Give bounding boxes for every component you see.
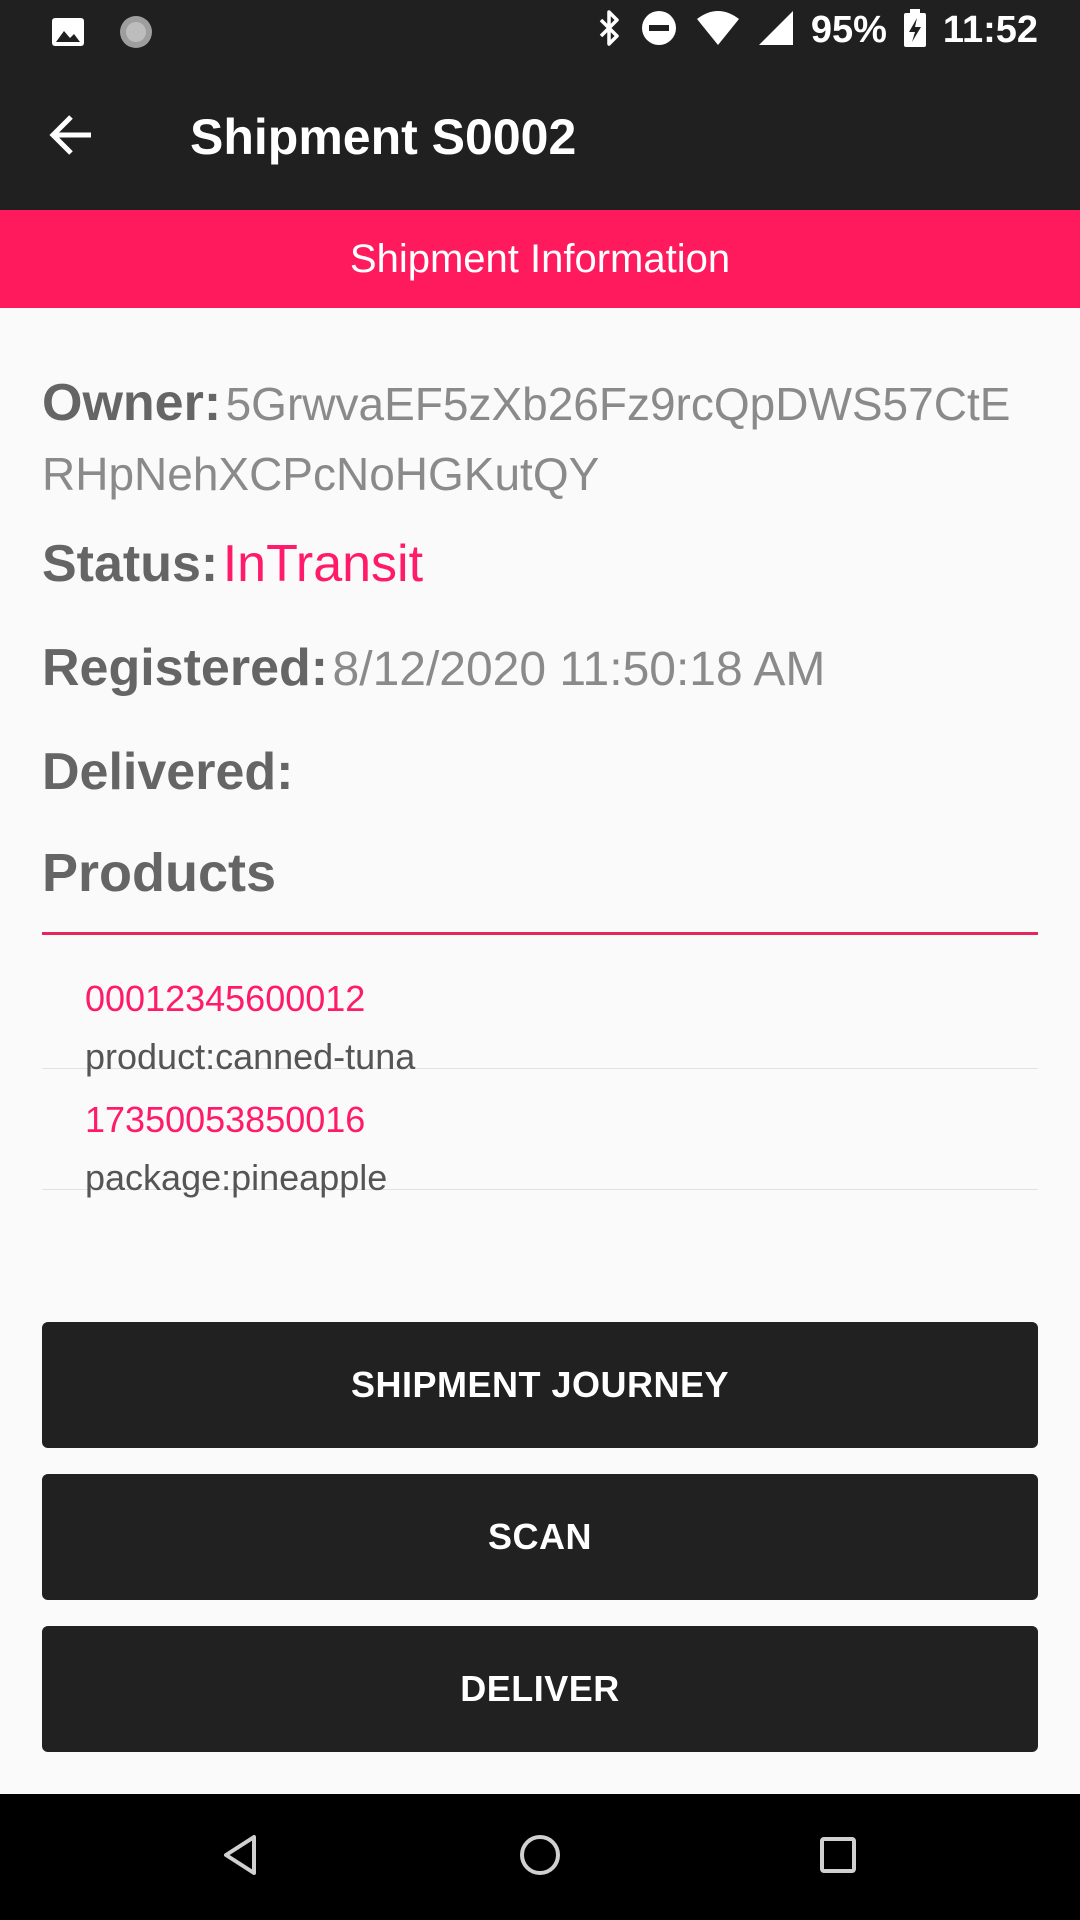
list-item[interactable]: 00012345600012 product:canned-tuna: [42, 948, 1038, 1077]
image-icon: [50, 14, 86, 55]
status-value: InTransit: [222, 535, 424, 593]
nav-recents-icon: [818, 1835, 858, 1880]
page-title: Shipment S0002: [190, 109, 577, 165]
sync-icon: [116, 12, 156, 57]
nav-home-button[interactable]: [505, 1822, 575, 1892]
signal-icon: [757, 9, 795, 52]
arrow-back-icon: [47, 111, 95, 164]
bluetooth-icon: [597, 8, 623, 53]
products-heading: Products: [42, 843, 277, 903]
section-banner: Shipment Information: [0, 210, 1080, 308]
section-banner-label: Shipment Information: [349, 236, 731, 281]
registered-value: 8/12/2020 11:50:18 AM: [332, 643, 826, 696]
deliver-button[interactable]: DELIVER: [42, 1626, 1038, 1752]
scan-label: SCAN: [487, 1516, 592, 1557]
owner-field: Owner: 5GrwvaEF5zXb26Fz9rcQpDWS57CtERHpN…: [42, 374, 1038, 515]
status-field: Status: InTransit: [42, 534, 1038, 594]
nav-back-button[interactable]: [207, 1822, 277, 1892]
nav-recents-button[interactable]: [803, 1822, 873, 1892]
clock: 11:52: [942, 9, 1038, 51]
back-button[interactable]: [38, 104, 104, 170]
battery-charging-icon: [903, 8, 927, 53]
wifi-icon: [695, 9, 741, 52]
do-not-disturb-icon: [639, 8, 679, 53]
product-code: 00012345600012: [85, 978, 366, 1019]
delivered-label: Delivered:: [42, 743, 294, 801]
nav-back-icon: [220, 1833, 264, 1882]
products-divider: [42, 932, 1038, 935]
deliver-label: DELIVER: [460, 1668, 620, 1709]
registered-label: Registered:: [42, 639, 329, 697]
status-bar: 95% 11:52: [0, 0, 1080, 64]
shipment-journey-label: SHIPMENT JOURNEY: [350, 1364, 730, 1405]
shipment-journey-button[interactable]: SHIPMENT JOURNEY: [42, 1322, 1038, 1448]
product-description: package:pineapple: [85, 1157, 388, 1198]
product-code: 17350053850016: [85, 1099, 366, 1140]
nav-home-icon: [518, 1833, 562, 1882]
list-item[interactable]: 17350053850016 package:pineapple: [42, 1069, 1038, 1198]
battery-percent: 95%: [810, 9, 887, 51]
product-list: 00012345600012 product:canned-tuna 17350…: [42, 948, 1038, 1198]
app-bar: Shipment S0002: [0, 64, 1080, 210]
delivered-field: Delivered:: [42, 742, 1038, 802]
system-nav-bar: [0, 1794, 1080, 1920]
owner-label: Owner:: [42, 374, 222, 432]
status-label: Status:: [42, 535, 219, 593]
registered-field: Registered: 8/12/2020 11:50:18 AM: [42, 638, 1038, 698]
scan-button[interactable]: SCAN: [42, 1474, 1038, 1600]
